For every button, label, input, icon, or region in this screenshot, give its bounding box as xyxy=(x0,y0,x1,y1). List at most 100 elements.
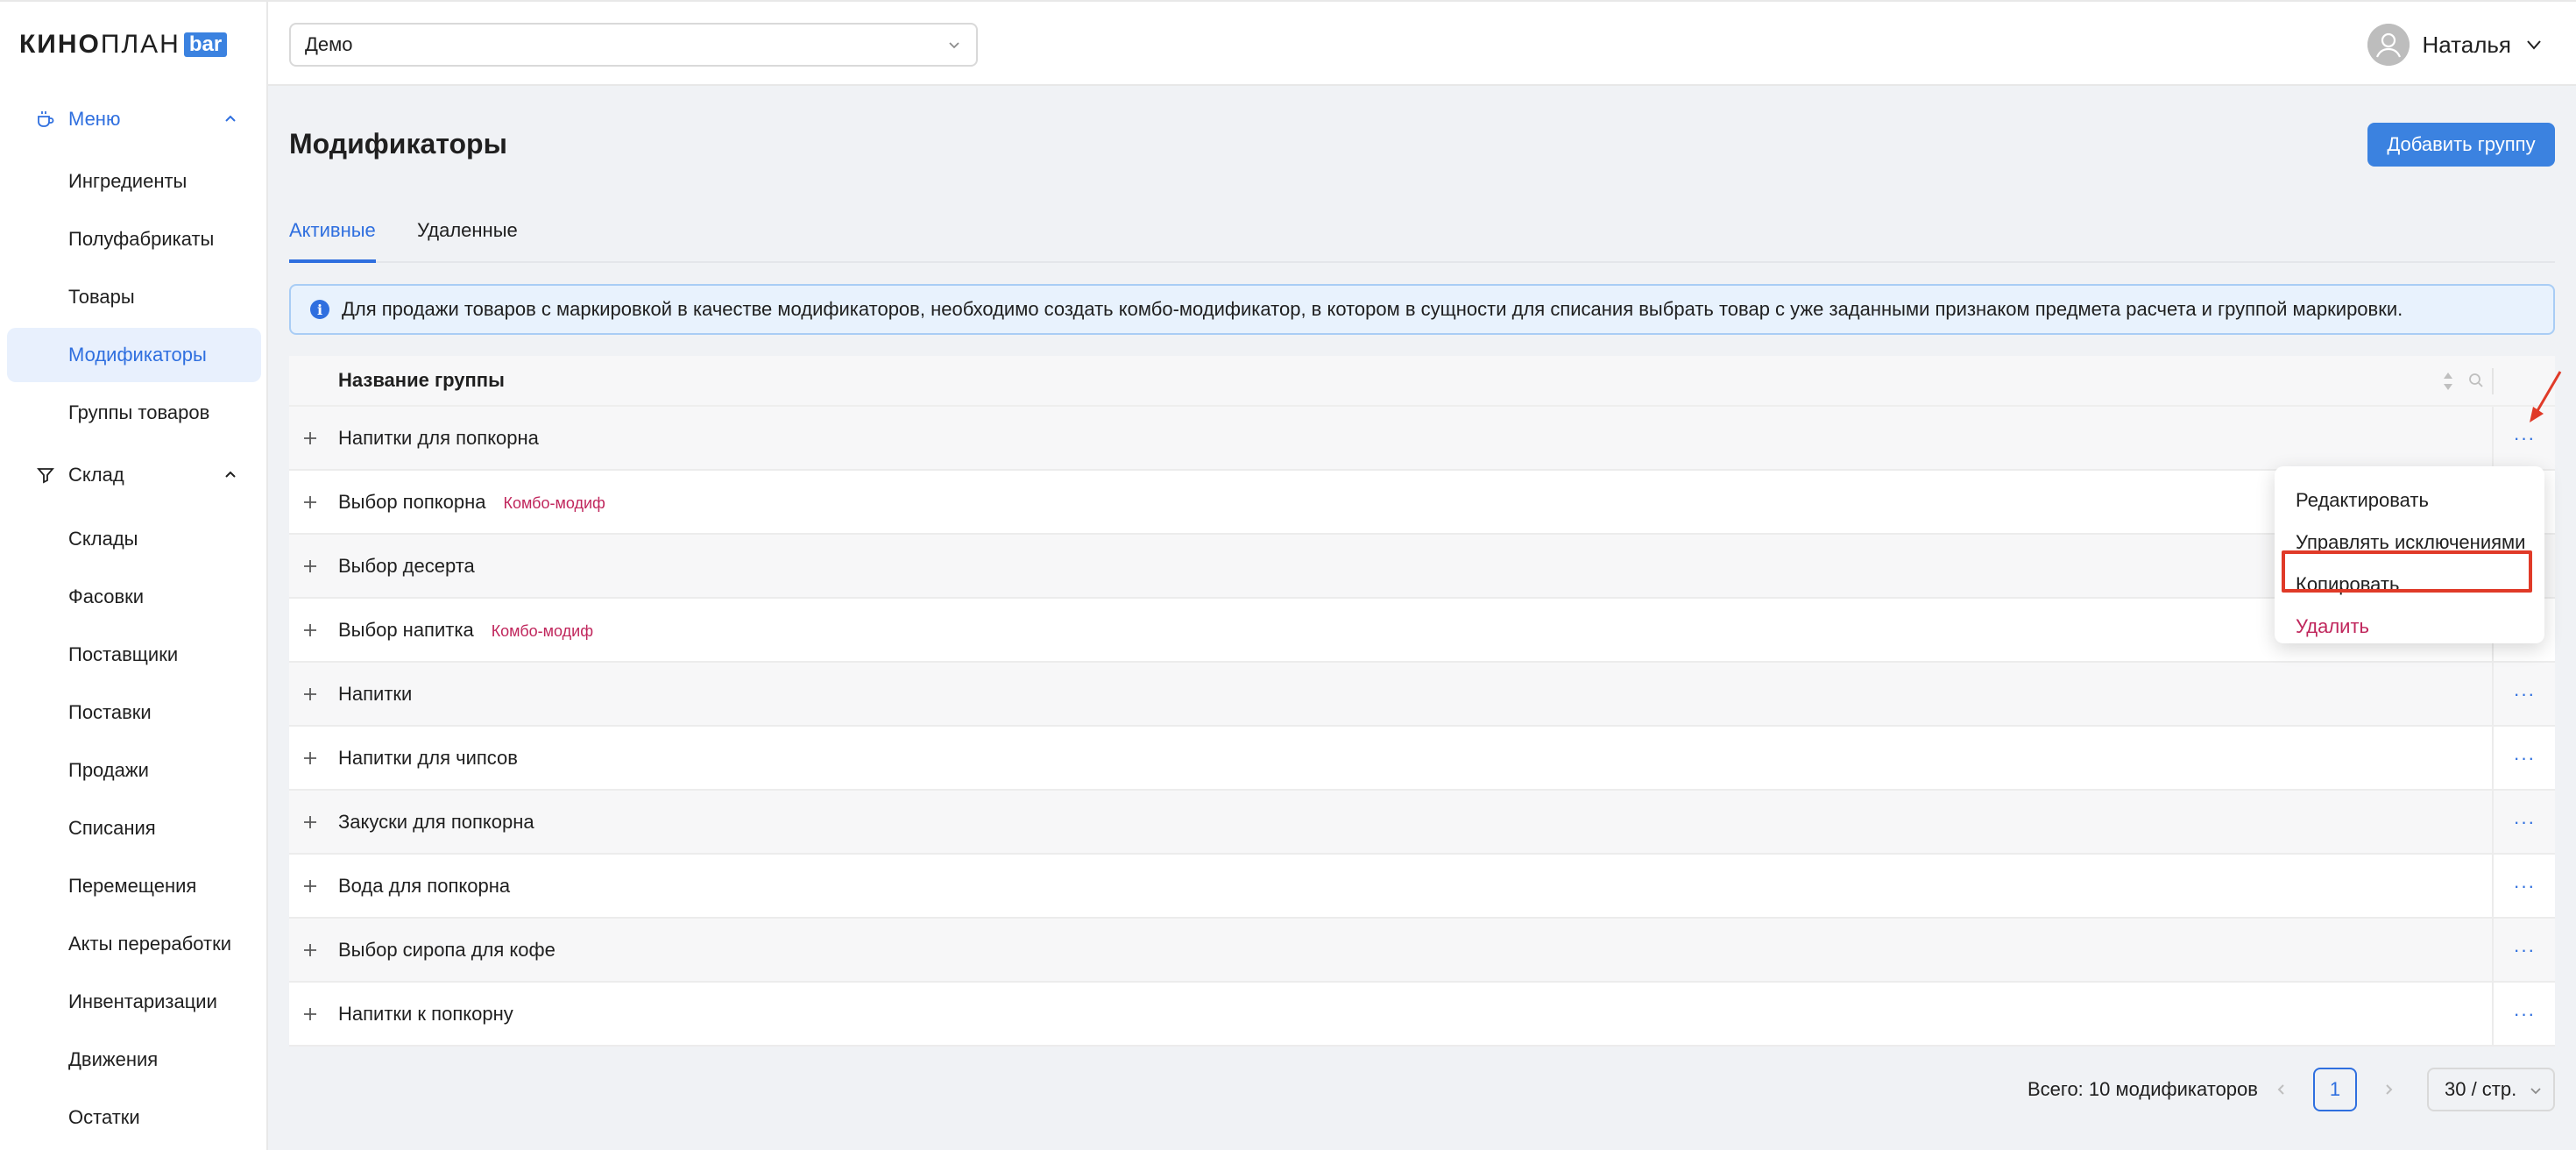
highlight-box xyxy=(2282,550,2532,593)
info-alert: i Для продажи товаров с маркировкой в ка… xyxy=(289,284,2555,335)
table-row[interactable]: Напитки для чипсов ··· xyxy=(289,727,2555,791)
filter-icon xyxy=(35,465,56,486)
expand-plus-icon[interactable] xyxy=(301,429,319,447)
coffee-cup-icon xyxy=(35,109,56,130)
more-dots-icon[interactable]: ··· xyxy=(2514,684,2536,704)
more-dots-icon[interactable]: ··· xyxy=(2514,940,2536,960)
more-dots-icon[interactable]: ··· xyxy=(2514,428,2536,448)
group-name-text: Вода для попкорна xyxy=(338,874,511,897)
chevron-down-icon xyxy=(2527,40,2541,50)
group-name: Напитки для попкорна xyxy=(338,427,539,450)
more-dots-icon[interactable]: ··· xyxy=(2514,876,2536,896)
user-name: Наталья xyxy=(2422,31,2511,58)
sidebar-item-products[interactable]: Товары xyxy=(7,270,261,324)
sidebar-item-modifiers[interactable]: Модификаторы xyxy=(7,328,261,382)
row-actions-menu: Редактировать Управлять исключениями Коп… xyxy=(2275,466,2544,643)
sidebar-item-deliveries[interactable]: Поставки xyxy=(7,685,261,740)
tabs: Активные Удаленные xyxy=(289,214,2555,263)
kinoplan-logo[interactable]: КИНО ПЛАН bar xyxy=(19,30,228,59)
expand-plus-icon[interactable] xyxy=(301,749,319,767)
sidebar-item-semi-finished[interactable]: Полуфабрикаты xyxy=(7,212,261,266)
expand-plus-icon[interactable] xyxy=(301,621,319,639)
info-alert-text: Для продажи товаров с маркировкой в каче… xyxy=(342,298,2403,320)
group-name: Напитки для чипсов xyxy=(338,747,518,770)
sort-icon[interactable] xyxy=(2441,370,2455,393)
search-icon[interactable] xyxy=(2467,372,2485,389)
expand-plus-icon[interactable] xyxy=(301,1005,319,1023)
annotation-arrow-icon xyxy=(2530,371,2562,422)
group-name-text: Напитки для попкорна xyxy=(338,426,539,449)
cinema-select-value: Демо xyxy=(305,33,353,55)
combo-modifier-tag: Комбо-модиф xyxy=(503,493,605,512)
group-name: Выбор сиропа для кофе xyxy=(338,939,556,962)
sidebar-item-product-groups[interactable]: Группы товаров xyxy=(7,386,261,440)
expand-plus-icon[interactable] xyxy=(301,493,319,511)
table-row[interactable]: Напитки к попкорну ··· xyxy=(289,983,2555,1047)
group-name-text: Напитки к попкорну xyxy=(338,1002,513,1025)
sidebar-item-processing-acts[interactable]: Акты переработки xyxy=(7,917,261,971)
page-size-value: 30 / стр. xyxy=(2445,1078,2517,1100)
sidebar-group-warehouse[interactable]: Склад xyxy=(0,447,268,503)
sidebar-item-transfers[interactable]: Перемещения xyxy=(7,859,261,913)
chevron-down-icon xyxy=(949,42,959,49)
tab-deleted[interactable]: Удаленные xyxy=(417,219,518,263)
top-header: Демо Наталья xyxy=(268,0,2576,86)
expand-plus-icon[interactable] xyxy=(301,877,319,895)
sidebar-group-menu[interactable]: Меню xyxy=(0,91,268,147)
group-name-text: Выбор напитка xyxy=(338,618,474,641)
sidebar-item-write-offs[interactable]: Списания xyxy=(7,801,261,855)
modifiers-table: Название группы Напитки для попкорна ··· В… xyxy=(289,356,2555,1047)
table-row[interactable]: Напитки для попкорна ··· xyxy=(289,407,2555,471)
user-icon xyxy=(2367,24,2410,66)
group-name: Выбор попкорна Комбо-модиф xyxy=(338,491,605,514)
menu-item-edit[interactable]: Редактировать xyxy=(2296,489,2429,512)
table-row[interactable]: Выбор сиропа для кофе ··· xyxy=(289,919,2555,983)
add-group-button[interactable]: Добавить группу xyxy=(2367,123,2555,167)
table-row[interactable]: Напитки ··· xyxy=(289,663,2555,727)
sidebar-item-suppliers[interactable]: Поставщики xyxy=(7,628,261,682)
table-row[interactable]: Выбор попкорнаКомбо-модиф··· xyxy=(289,471,2555,535)
group-name-text: Выбор попкорна xyxy=(338,490,486,513)
page-size-select[interactable]: 30 / стр. xyxy=(2427,1068,2555,1111)
column-divider xyxy=(2492,368,2494,394)
sidebar-item-sales[interactable]: Продажи xyxy=(7,743,261,798)
sidebar-item-ingredients[interactable]: Ингредиенты xyxy=(7,154,261,209)
chevron-left-icon xyxy=(2277,1084,2284,1095)
table-row[interactable]: Вода для попкорна ··· xyxy=(289,855,2555,919)
expand-plus-icon[interactable] xyxy=(301,685,319,703)
pagination-prev-button[interactable] xyxy=(2273,1068,2290,1111)
pagination-next-button[interactable] xyxy=(2380,1068,2397,1111)
group-name: Вода для попкорна xyxy=(338,875,510,898)
sidebar-item-warehouses[interactable]: Склады xyxy=(7,512,261,566)
sidebar-item-movements[interactable]: Движения xyxy=(7,1033,261,1087)
group-name-text: Закуски для попкорна xyxy=(338,810,534,833)
table-row[interactable]: Выбор десерта··· xyxy=(289,535,2555,599)
sidebar-item-packaging[interactable]: Фасовки xyxy=(7,570,261,624)
group-name: Закуски для попкорна xyxy=(338,811,534,834)
column-header-group-name: Название группы xyxy=(338,369,505,391)
pagination-page-1[interactable]: 1 xyxy=(2313,1068,2357,1111)
group-name-text: Выбор десерта xyxy=(338,554,475,577)
sidebar-group-label: Склад xyxy=(68,464,124,486)
sidebar-item-inventories[interactable]: Инвентаризации xyxy=(7,975,261,1029)
chevron-up-icon xyxy=(225,471,236,478)
more-dots-icon[interactable]: ··· xyxy=(2514,1004,2536,1024)
row-actions-cell: ··· xyxy=(2492,727,2555,789)
menu-item-delete[interactable]: Удалить xyxy=(2296,615,2369,638)
chevron-up-icon xyxy=(225,115,236,122)
row-actions-cell: ··· xyxy=(2492,919,2555,981)
table-row[interactable]: Закуски для попкорна ··· xyxy=(289,791,2555,855)
sidebar-item-stock[interactable]: Остатки xyxy=(7,1090,261,1145)
expand-plus-icon[interactable] xyxy=(301,557,319,575)
expand-plus-icon[interactable] xyxy=(301,813,319,831)
user-menu[interactable]: Наталья xyxy=(2367,23,2544,67)
cinema-select[interactable]: Демо xyxy=(289,23,978,67)
sidebar: КИНО ПЛАН bar Меню Ингредиенты Полуфабрика… xyxy=(0,0,268,1150)
table-header: Название группы xyxy=(289,356,2555,407)
tab-active[interactable]: Активные xyxy=(289,219,376,263)
table-row[interactable]: Выбор напиткаКомбо-модиф··· xyxy=(289,599,2555,663)
more-dots-icon[interactable]: ··· xyxy=(2514,748,2536,768)
page-title: Модификаторы xyxy=(289,128,507,160)
more-dots-icon[interactable]: ··· xyxy=(2514,812,2536,832)
expand-plus-icon[interactable] xyxy=(301,941,319,959)
